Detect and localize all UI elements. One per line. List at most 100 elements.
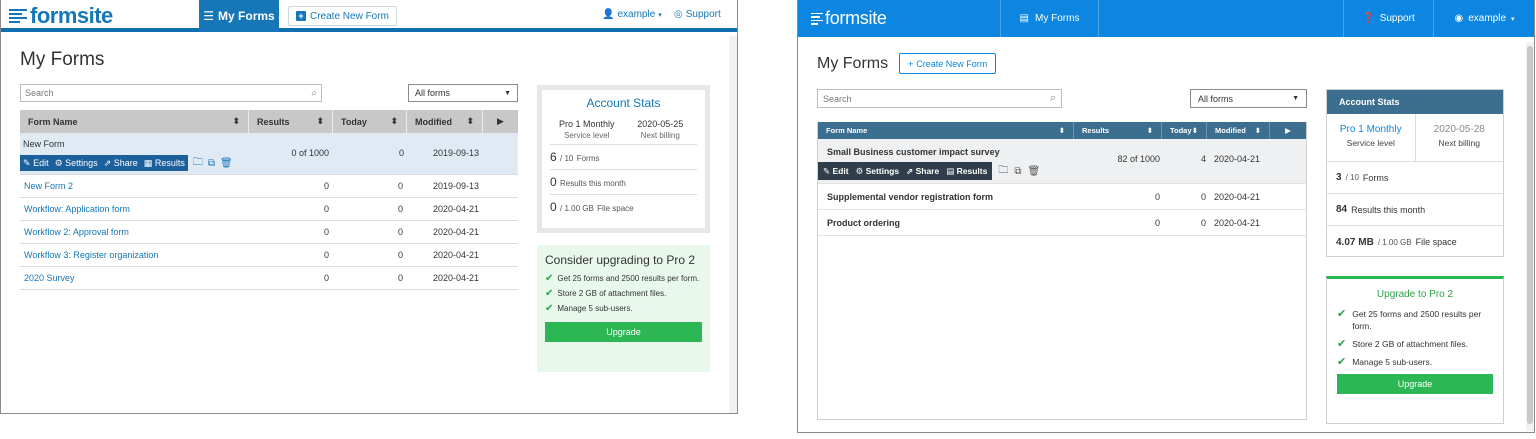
- support-link[interactable]: ❓ Support: [1343, 0, 1433, 37]
- form-modified: 2020-04-21: [432, 273, 479, 283]
- search-input[interactable]: Search ⌕: [817, 89, 1062, 108]
- col-results[interactable]: Results ⬍: [1074, 122, 1162, 139]
- upgrade-features: ✔ Get 25 forms and 2500 results per form.…: [1337, 308, 1493, 368]
- stat-forms: 3/ 10 Forms: [1327, 162, 1503, 194]
- table-row[interactable]: Workflow 3: Register organization 0 0 20…: [20, 244, 518, 267]
- scrollbar[interactable]: [729, 36, 737, 413]
- settings-action[interactable]: ⚙ Settings: [856, 166, 900, 177]
- upgrade-button[interactable]: Upgrade: [545, 322, 702, 342]
- next-billing: 2020-05-25 Next billing: [624, 119, 698, 140]
- col-form-name[interactable]: Form Name ⬍: [20, 110, 249, 133]
- caret-down-icon: ▼: [504, 89, 511, 97]
- form-name[interactable]: Supplemental vendor registration form: [818, 192, 1074, 202]
- edit-label: Edit: [33, 157, 49, 168]
- user-menu[interactable]: 👤 example ▾: [602, 9, 662, 20]
- col-label: Modified: [1215, 126, 1246, 135]
- feature-text: Get 25 forms and 2500 results per form.: [557, 274, 700, 283]
- results-used: 84: [1336, 204, 1348, 215]
- form-name[interactable]: Workflow: Application form: [20, 204, 249, 214]
- edit-action[interactable]: ✎ Edit: [823, 166, 849, 177]
- col-results[interactable]: Results ⬍: [249, 110, 333, 133]
- results-caption: Results this month: [1351, 204, 1426, 215]
- create-new-form-button[interactable]: + Create New Form: [899, 53, 997, 74]
- check-icon: ✔: [1337, 338, 1347, 350]
- form-name[interactable]: Workflow 3: Register organization: [20, 250, 249, 260]
- user-name: example: [1468, 13, 1507, 24]
- create-new-form-button[interactable]: + Create New Form: [288, 6, 397, 26]
- forms-filter-select[interactable]: All forms ▼: [1190, 89, 1307, 108]
- sort-icon: ⬍: [1191, 126, 1198, 135]
- share-action[interactable]: ⇗ Share: [906, 166, 939, 177]
- plus-icon: +: [296, 11, 306, 21]
- menu-lines-icon: [811, 11, 823, 27]
- table-row[interactable]: New Form 0 of 1000 0 2019-09-13 ✎ Edit ⚙…: [20, 133, 518, 175]
- brand-logo[interactable]: formsite: [9, 3, 113, 29]
- nav-my-forms[interactable]: ☰ My Forms: [199, 0, 279, 32]
- col-today[interactable]: Today ⬍: [1162, 122, 1207, 139]
- more-columns-button[interactable]: ▶: [1270, 122, 1306, 139]
- brand-name: formsite: [825, 8, 887, 28]
- col-form-name[interactable]: Form Name ⬍: [818, 122, 1074, 139]
- table-row[interactable]: Small Business customer impact survey 82…: [818, 139, 1306, 184]
- col-modified[interactable]: Modified ⬍: [407, 110, 483, 133]
- results-label: Results: [154, 157, 185, 168]
- user-menu[interactable]: ◉ example ▾: [1433, 0, 1534, 37]
- col-label: Results: [257, 116, 290, 127]
- form-name[interactable]: Workflow 2: Approval form: [20, 227, 249, 237]
- user-circle-icon: ◉: [1454, 13, 1464, 24]
- col-modified[interactable]: Modified ⬍: [1207, 122, 1270, 139]
- service-level-caption: Service level: [1346, 138, 1395, 148]
- form-name[interactable]: Small Business customer impact survey: [827, 147, 1000, 157]
- scrollbar-thumb[interactable]: [1527, 46, 1533, 424]
- check-icon: ✔: [1337, 308, 1347, 320]
- copy-icon[interactable]: ⧉: [1014, 166, 1021, 177]
- table-row[interactable]: Workflow 2: Approval form 0 0 2020-04-21: [20, 221, 518, 244]
- search-input[interactable]: Search ⌕: [20, 84, 322, 102]
- service-level: Pro 1 Monthly Service level: [1327, 114, 1416, 161]
- copy-icon[interactable]: ⧉: [208, 158, 215, 169]
- table-row[interactable]: Product ordering 0 0 2020-04-21: [818, 210, 1306, 236]
- folder-icon[interactable]: 🗀: [998, 163, 1008, 180]
- results-caption: Results this month: [560, 179, 626, 188]
- form-name[interactable]: Product ordering: [818, 218, 1074, 228]
- results-action[interactable]: ▦ Results: [144, 158, 185, 169]
- form-results: 0: [323, 227, 329, 237]
- trash-icon[interactable]: 🗑: [220, 158, 233, 169]
- share-action[interactable]: ⇗ Share: [104, 158, 138, 169]
- table-row[interactable]: Workflow: Application form 0 0 2020-04-2…: [20, 198, 518, 221]
- col-today[interactable]: Today ⬍: [333, 110, 407, 133]
- space-total: / 1.00 GB: [1377, 237, 1412, 247]
- stats-title: Account Stats: [1327, 90, 1503, 114]
- results-label: Results: [956, 165, 988, 176]
- table-row[interactable]: Supplemental vendor registration form 0 …: [818, 184, 1306, 210]
- trash-icon[interactable]: 🗑: [1027, 166, 1040, 177]
- folder-icon[interactable]: 🗀: [193, 155, 203, 172]
- forms-table: Form Name ⬍ Results ⬍ Today ⬍ Modified ⬍ ▶ N…: [20, 110, 518, 290]
- upgrade-button[interactable]: Upgrade: [1337, 374, 1493, 394]
- row-actions: ✎ Edit ⚙ Settings ⇗ Share ▤ Results 🗀 ⧉ …: [818, 162, 1040, 180]
- support-link[interactable]: ◎ Support: [674, 9, 721, 20]
- scrollbar[interactable]: [1526, 42, 1534, 431]
- more-columns-button[interactable]: ▶: [483, 110, 518, 133]
- form-name[interactable]: New Form 2: [20, 181, 249, 191]
- form-name[interactable]: New Form: [23, 139, 65, 149]
- table-row[interactable]: 2020 Survey 0 0 2020-04-21: [20, 267, 518, 290]
- forms-filter-select[interactable]: All forms ▼: [408, 84, 518, 102]
- table-row[interactable]: New Form 2 0 0 2019-09-13: [20, 175, 518, 198]
- form-name[interactable]: 2020 Survey: [20, 273, 249, 283]
- edit-action[interactable]: ✎ Edit: [23, 158, 49, 169]
- sort-icon: ⬍: [316, 116, 324, 126]
- forms-used: 6: [550, 150, 557, 164]
- filter-value: All forms: [1198, 93, 1234, 104]
- settings-action[interactable]: ⚙ Settings: [55, 158, 98, 169]
- form-modified: 2020-04-21: [432, 204, 479, 214]
- form-modified: 2020-04-21: [1214, 217, 1261, 228]
- results-action[interactable]: ▤ Results: [946, 166, 987, 177]
- space-caption: File space: [1415, 237, 1457, 247]
- form-modified: 2020-04-21: [432, 250, 479, 260]
- nav-my-forms[interactable]: ▤ My Forms: [1000, 0, 1099, 37]
- form-results: 0 of 1000: [291, 148, 329, 158]
- account-stats-card: Account Stats Pro 1 Monthly Service level…: [1326, 89, 1504, 257]
- brand-logo[interactable]: formsite: [811, 8, 887, 29]
- form-today: 0: [398, 148, 404, 158]
